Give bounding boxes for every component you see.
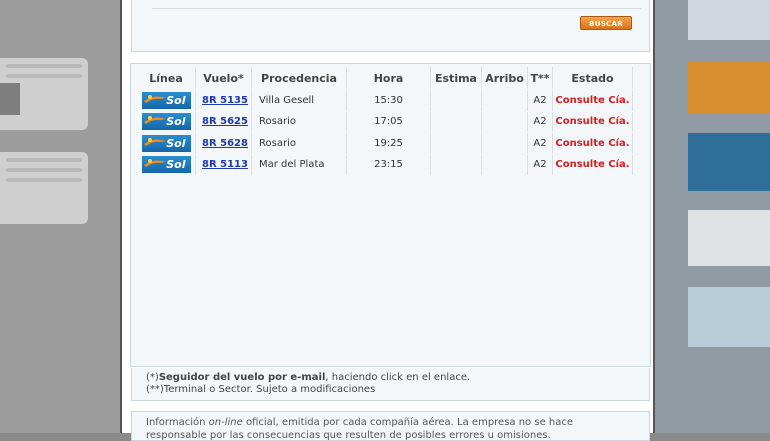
header-blank	[633, 67, 648, 89]
airline-name: Sol	[166, 93, 186, 107]
background-banner	[688, 133, 770, 191]
background-card	[0, 152, 88, 224]
disclaimer-prefix: Información	[146, 417, 209, 428]
airline-cell: Sol	[137, 133, 196, 154]
terminal-cell: A2	[528, 133, 553, 154]
background-right-panel	[655, 0, 770, 433]
search-button[interactable]: BUSCAR	[580, 16, 632, 30]
time-cell: 19:25	[347, 133, 431, 154]
status-text: Consulte Cía.	[555, 137, 630, 149]
flight-number-link[interactable]: 8R 5628	[202, 138, 248, 149]
header-estima: Estima	[431, 67, 482, 89]
status-text: Consulte Cía.	[555, 94, 630, 106]
terminal-cell: A2	[528, 154, 553, 175]
flight-cell: 8R 5625	[196, 111, 252, 132]
status-cell: Consulte Cía.	[553, 111, 633, 132]
header-estado: Estado	[553, 67, 633, 89]
flight-number-link[interactable]: 8R 5113	[202, 159, 248, 170]
estimated-cell	[431, 90, 482, 111]
arrival-cell	[482, 90, 528, 111]
estimated-cell	[431, 154, 482, 175]
status-text: Consulte Cía.	[555, 116, 630, 128]
status-text: Consulte Cía.	[555, 159, 630, 171]
background-links-block	[688, 0, 770, 40]
footnotes: (*)Seguidor del vuelo por e-mail, hacien…	[131, 368, 650, 401]
flight-cell: 8R 5135	[196, 90, 252, 111]
background-thumbnail	[0, 83, 20, 115]
background-left-panel	[0, 0, 120, 433]
footnote-tracking-bold: Seguidor del vuelo por e-mail	[158, 372, 326, 383]
origin-cell: Rosario	[252, 133, 347, 154]
terminal-cell: A2	[528, 90, 553, 111]
origin-cell: Villa Gesell	[252, 90, 347, 111]
sol-airline-logo: Sol	[141, 91, 191, 109]
divider	[152, 8, 641, 9]
main-content: BUSCAR Línea Vuelo* Procedencia Hora Est…	[120, 0, 655, 441]
status-cell: Consulte Cía.	[553, 154, 633, 175]
airline-name: Sol	[166, 115, 186, 129]
header-arribo: Arribo	[482, 67, 528, 89]
header-procedencia: Procedencia	[252, 67, 347, 89]
flight-cell: 8R 5113	[196, 154, 252, 175]
blank-cell	[633, 133, 648, 154]
airline-cell: Sol	[137, 111, 196, 132]
sol-airline-logo: Sol	[141, 156, 191, 174]
airline-name: Sol	[166, 158, 186, 172]
footnote-tracking: (*)Seguidor del vuelo por e-mail, hacien…	[146, 372, 649, 384]
terminal-cell: A2	[528, 111, 553, 132]
flight-number-link[interactable]: 8R 5625	[202, 116, 248, 127]
time-cell: 17:05	[347, 111, 431, 132]
time-cell: 23:15	[347, 154, 431, 175]
sol-airline-logo: Sol	[141, 134, 191, 152]
sol-airline-logo: Sol	[141, 113, 191, 131]
header-linea: Línea	[137, 67, 196, 89]
header-hora: Hora	[347, 67, 431, 89]
flight-cell: 8R 5628	[196, 133, 252, 154]
background-banner	[688, 62, 770, 114]
background-banner	[688, 287, 770, 347]
origin-cell: Mar del Plata	[252, 154, 347, 175]
status-cell: Consulte Cía.	[553, 90, 633, 111]
estimated-cell	[431, 133, 482, 154]
header-terminal: T**	[528, 67, 553, 89]
blank-cell	[633, 90, 648, 111]
background-banner	[688, 210, 770, 266]
arrivals-panel: Línea Vuelo* Procedencia Hora Estima Arr…	[130, 63, 651, 367]
flight-number-link[interactable]: 8R 5135	[202, 95, 248, 106]
airline-cell: Sol	[137, 154, 196, 175]
blank-cell	[633, 155, 648, 176]
footnote-tracking-text: , haciendo click en el enlace.	[325, 372, 471, 383]
origin-cell: Rosario	[252, 111, 347, 132]
search-panel: BUSCAR	[131, 0, 650, 52]
disclaimer-italic: on-line	[208, 417, 243, 428]
time-cell: 15:30	[347, 90, 431, 111]
status-cell: Consulte Cía.	[553, 133, 633, 154]
arrival-cell	[482, 133, 528, 154]
blank-cell	[633, 112, 648, 133]
estimated-cell	[431, 111, 482, 132]
arrival-cell	[482, 154, 528, 175]
header-vuelo: Vuelo*	[196, 67, 252, 89]
arrival-cell	[482, 111, 528, 132]
disclaimer: Información on-line oficial, emitida por…	[131, 411, 650, 441]
footnote-marker: (*)	[146, 372, 159, 383]
airline-cell: Sol	[137, 90, 196, 111]
airline-name: Sol	[166, 136, 186, 150]
footnote-terminal: (**)Terminal o Sector. Sujeto a modifica…	[146, 384, 376, 395]
